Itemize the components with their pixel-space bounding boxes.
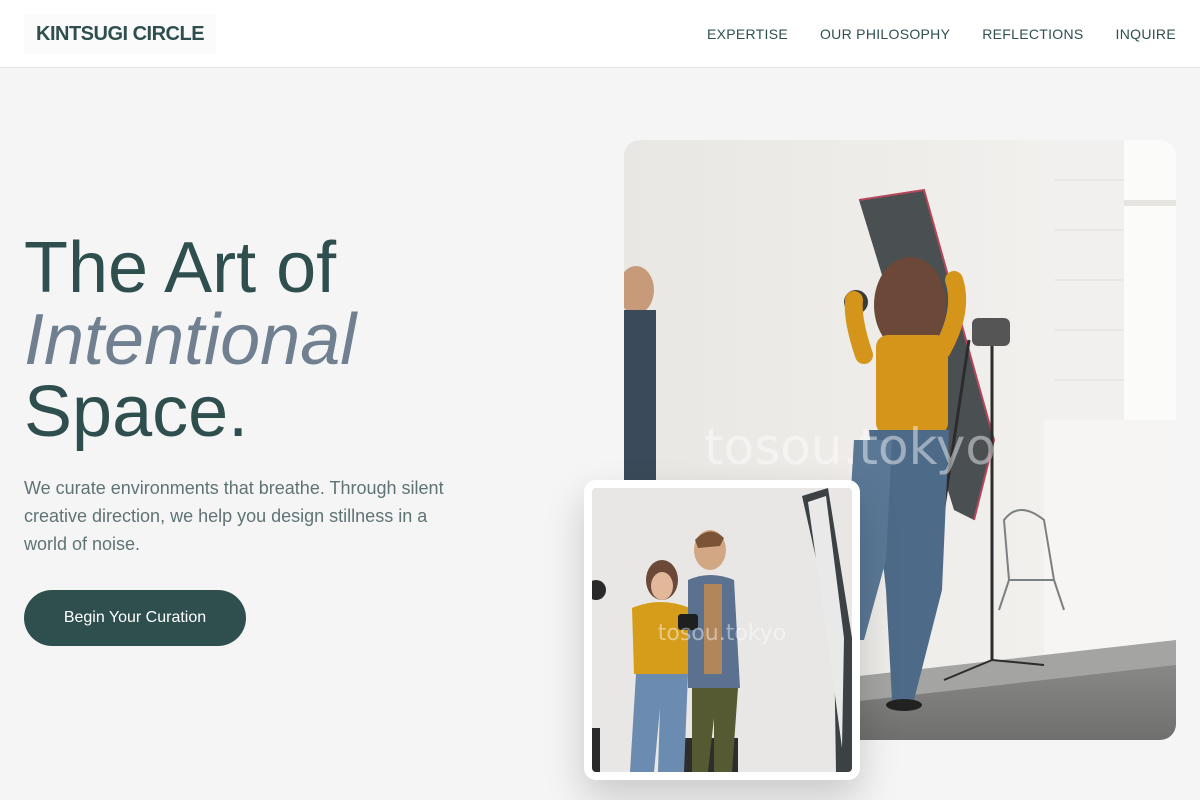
main-nav: EXPERTISE OUR PHILOSOPHY REFLECTIONS INQ… <box>707 0 1176 68</box>
site-header: KINTSUGI CIRCLE EXPERTISE OUR PHILOSOPHY… <box>0 0 1200 68</box>
main-watermark: tosou.tokyo <box>704 418 996 476</box>
hero-title-line-3: Space. <box>24 372 249 452</box>
hero-card-image: tosou.tokyo <box>584 480 860 780</box>
nav-inquire[interactable]: INQUIRE <box>1116 26 1176 42</box>
brand-logo[interactable]: KINTSUGI CIRCLE <box>24 14 217 54</box>
hero-title: The Art of Intentional Space. <box>24 232 356 448</box>
card-watermark: tosou.tokyo <box>658 621 786 646</box>
hero-title-line-1: The Art of <box>24 228 337 308</box>
models-photo: tosou.tokyo <box>592 488 852 772</box>
nav-our-philosophy[interactable]: OUR PHILOSOPHY <box>820 26 950 42</box>
nav-reflections[interactable]: REFLECTIONS <box>982 26 1083 42</box>
begin-curation-button[interactable]: Begin Your Curation <box>24 590 246 646</box>
nav-expertise[interactable]: EXPERTISE <box>707 26 788 42</box>
hero-description: We curate environments that breathe. Thr… <box>24 478 444 554</box>
hero-title-line-2: Intentional <box>24 300 357 380</box>
